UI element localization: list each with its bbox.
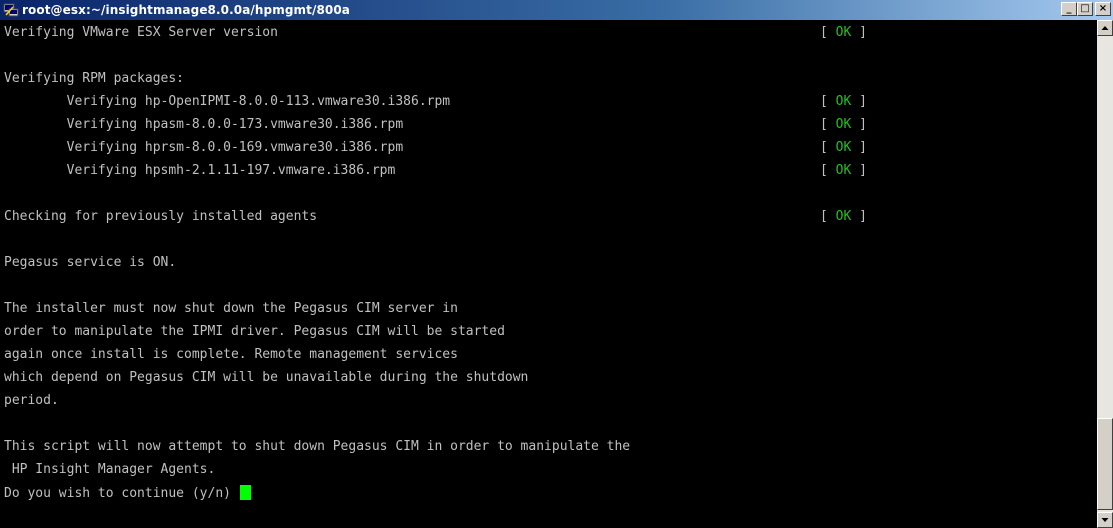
scroll-up-button[interactable] — [1097, 20, 1113, 36]
terminal-line: The installer must now shut down the Peg… — [4, 301, 458, 316]
terminal-line: Verifying VMware ESX Server version — [4, 25, 278, 40]
status-open: [ — [820, 209, 836, 224]
terminal-line: Verifying hprsm-8.0.0-169.vmware30.i386.… — [4, 140, 404, 155]
scroll-thumb[interactable] — [1097, 418, 1113, 510]
status-ok: [ OK ] — [820, 117, 867, 133]
terminal-line: HP Insight Manager Agents. — [4, 462, 216, 477]
maximize-button[interactable]: □ — [1077, 2, 1093, 16]
title-bar[interactable]: root@esx:~/insightmanage8.0.0a/hpmgmt/80… — [0, 0, 1113, 20]
window-title: root@esx:~/insightmanage8.0.0a/hpmgmt/80… — [22, 3, 350, 17]
status-open: [ — [820, 25, 836, 40]
terminal-line: Verifying RPM packages: — [4, 71, 185, 86]
terminal-output[interactable]: Verifying VMware ESX Server version [ OK… — [0, 20, 1097, 528]
ok-text: OK — [835, 140, 852, 155]
terminal-line: Verifying hpasm-8.0.0-173.vmware30.i386.… — [4, 117, 404, 132]
minimize-button[interactable]: _ — [1061, 2, 1077, 16]
status-open: [ — [820, 140, 836, 155]
terminal-line: Checking for previously installed agents — [4, 209, 318, 224]
arrow-up-icon — [1101, 26, 1109, 30]
status-open: [ — [820, 163, 836, 178]
status-ok: [ OK ] — [820, 94, 867, 110]
close-button[interactable]: × — [1095, 2, 1111, 16]
status-ok: [ OK ] — [820, 25, 867, 41]
status-close: ] — [851, 94, 867, 109]
status-close: ] — [851, 117, 867, 132]
minimize-icon: _ — [1066, 3, 1072, 14]
status-ok: [ OK ] — [820, 140, 867, 156]
terminal-line: which depend on Pegasus CIM will be unav… — [4, 370, 529, 385]
terminal-line: again once install is complete. Remote m… — [4, 347, 458, 362]
status-close: ] — [851, 140, 867, 155]
ok-text: OK — [835, 163, 852, 178]
ok-text: OK — [835, 117, 852, 132]
terminal-cursor — [239, 485, 251, 500]
close-icon: × — [1098, 3, 1108, 14]
terminal-line: Verifying hpsmh-2.1.11-197.vmware.i386.r… — [4, 163, 396, 178]
putty-icon[interactable] — [3, 3, 19, 17]
status-close: ] — [851, 163, 867, 178]
terminal-line: Pegasus service is ON. — [4, 255, 177, 270]
terminal-line: This script will now attempt to shut dow… — [4, 439, 631, 454]
status-open: [ — [820, 117, 836, 132]
terminal-window: root@esx:~/insightmanage8.0.0a/hpmgmt/80… — [0, 0, 1113, 528]
maximize-icon: □ — [1080, 3, 1090, 14]
terminal-line: Verifying hp-OpenIPMI-8.0.0-113.vmware30… — [4, 94, 451, 109]
title-buttons: _ □ × — [1061, 2, 1111, 16]
ok-text: OK — [835, 25, 852, 40]
status-open: [ — [820, 94, 836, 109]
terminal-line: order to manipulate the IPMI driver. Peg… — [4, 324, 505, 339]
status-close: ] — [851, 209, 867, 224]
status-close: ] — [851, 25, 867, 40]
status-ok: [ OK ] — [820, 209, 867, 225]
prompt-line[interactable]: Do you wish to continue (y/n) — [4, 485, 251, 501]
prompt-text: Do you wish to continue (y/n) — [4, 486, 239, 501]
arrow-down-icon — [1101, 518, 1109, 522]
terminal-line: period. — [4, 393, 59, 408]
ok-text: OK — [835, 94, 852, 109]
status-ok: [ OK ] — [820, 163, 867, 179]
vertical-scrollbar[interactable] — [1097, 20, 1113, 528]
ok-text: OK — [835, 209, 852, 224]
scroll-down-button[interactable] — [1097, 512, 1113, 528]
